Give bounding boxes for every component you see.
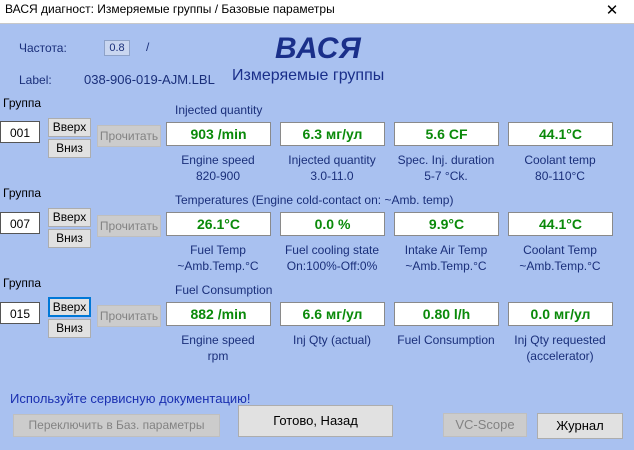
value-field: 5.6 CF [394,122,499,146]
field-range: 80-110°C [535,169,585,183]
field-caption: Fuel Consumption [397,333,495,347]
field-caption: Intake Air Temp [404,243,488,257]
group-label: Группа [3,186,42,200]
field-caption: Coolant Temp [523,243,597,257]
value-field: 44.1°C [508,122,613,146]
group-down-button[interactable]: Вниз [48,319,91,338]
field-caption: Inj Qty requested [514,333,606,347]
field-range: 820-900 [195,169,241,183]
title-bar: ВАСЯ диагност: Измеряемые группы / Базов… [0,0,634,24]
journal-button[interactable]: Журнал [537,413,623,439]
field-caption: Spec. Inj. duration [397,153,495,167]
field-caption: Fuel cooling state [284,243,380,257]
group-up-button[interactable]: Вверх [48,208,91,227]
group-read-button[interactable]: Прочитать [97,305,161,327]
field-range: (accelerator) [526,349,594,363]
switch-basic-settings-button[interactable]: Переключить в Баз. параметры [13,414,220,437]
value-field: 26.1°C [166,212,271,236]
group-number-input[interactable]: 001 [0,121,40,143]
frequency-label: Частота: [19,41,67,55]
group-up-button[interactable]: Вверх [48,118,91,137]
value-field: 0.0 мг/ул [508,302,613,326]
group-number-input[interactable]: 007 [0,212,40,234]
group-label: Группа [3,96,42,110]
field-caption: Engine speed [181,333,255,347]
value-field: 0.0 % [280,212,385,236]
screen-title: Измеряемые группы [232,67,385,84]
value-field: 6.3 мг/ул [280,122,385,146]
done-back-button[interactable]: Готово, Назад [238,405,393,437]
group-up-button[interactable]: Вверх [48,297,91,317]
field-caption: Coolant temp [524,153,596,167]
field-caption: Injected quantity [288,153,376,167]
value-field: 9.9°C [394,212,499,236]
field-range: ~Amb.Temp.°C [519,259,601,273]
frequency-value: 0.8 [104,40,130,56]
value-field: 44.1°C [508,212,613,236]
field-range: rpm [207,349,229,363]
field-caption: Inj Qty (actual) [292,333,372,347]
field-range: 3.0-11.0 [310,169,354,183]
frequency-slash: / [146,40,150,54]
group-down-button[interactable]: Вниз [48,139,91,158]
label-file: 038-906-019-AJM.LBL [84,72,215,87]
window-title: ВАСЯ диагност: Измеряемые группы / Базов… [5,2,335,16]
label-caption: Label: [19,73,52,87]
group-number-input[interactable]: 015 [0,302,40,324]
group-read-button[interactable]: Прочитать [97,215,161,237]
group-title: Fuel Consumption [175,283,273,297]
field-range: ~Amb.Temp.°C [177,259,259,273]
group-title: Injected quantity [175,103,263,117]
field-range: ~Amb.Temp.°C [405,259,487,273]
service-doc-notice: Используйте сервисную документацию! [10,391,251,406]
close-icon[interactable]: ✕ [590,0,634,23]
group-label: Группа [3,276,42,290]
group-title: Temperatures (Engine cold-contact on: ~A… [175,193,454,207]
field-range: On:100%-Off:0% [286,259,378,273]
vc-scope-button[interactable]: VC-Scope [443,413,527,437]
value-field: 903 /min [166,122,271,146]
field-caption: Engine speed [181,153,255,167]
group-down-button[interactable]: Вниз [48,229,91,248]
field-caption: Fuel Temp [190,243,246,257]
value-field: 882 /min [166,302,271,326]
value-field: 0.80 l/h [394,302,499,326]
value-field: 6.6 мг/ул [280,302,385,326]
group-read-button[interactable]: Прочитать [97,125,161,147]
app-logo-title: ВАСЯ [275,32,362,65]
field-range: 5-7 °Ck. [424,169,468,183]
